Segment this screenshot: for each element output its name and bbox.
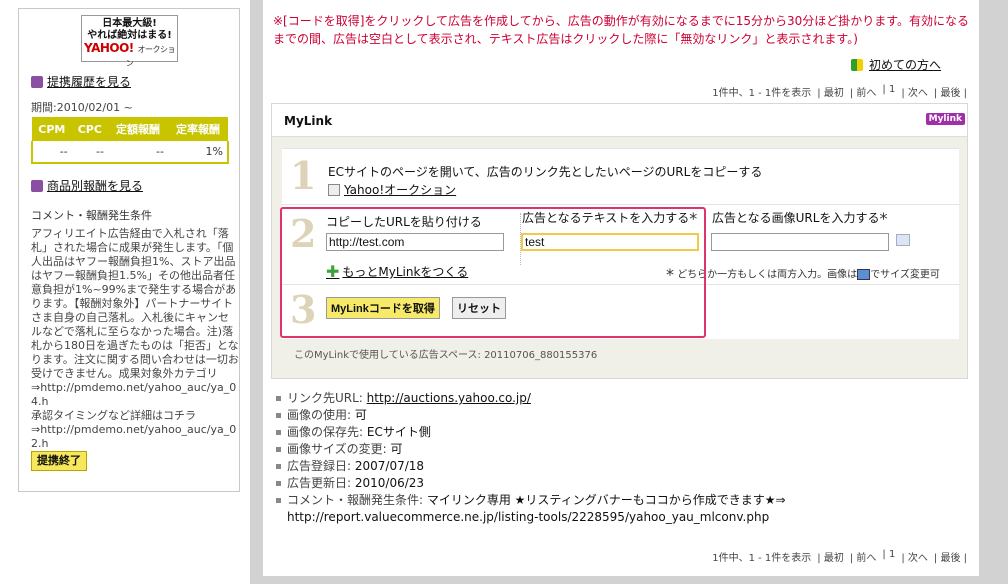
- pager-last[interactable]: | 最後 |: [934, 549, 967, 564]
- pager-first[interactable]: | 最初: [817, 84, 844, 99]
- info-image-use: 画像の使用: 可: [275, 407, 975, 424]
- rate-value-cpc: --: [71, 141, 108, 164]
- step-2-number: 2: [290, 211, 317, 256]
- rate-header-cpm: CPM: [32, 117, 72, 141]
- yahoo-auction-link[interactable]: Yahoo!オークション: [328, 181, 456, 198]
- rate-header-cpc: CPC: [71, 117, 108, 141]
- yahoo-logo: YAHOO! オークション: [84, 41, 175, 68]
- step-1: 1 ECサイトのページを開いて、広告のリンク先としたいページのURLをコピーする…: [282, 148, 959, 204]
- rate-header-fixed: 定額報酬: [107, 117, 168, 141]
- pager-prev[interactable]: | 前へ: [850, 549, 877, 564]
- step-2: 2 コピーしたURLを貼り付ける 広告となるテキストを入力する* 広告となる画像…: [282, 204, 959, 299]
- mylink-badge: Mylink: [925, 113, 965, 125]
- pager-summary: 1件中、1 - 1件を表示: [712, 88, 812, 99]
- period-text: 期間:2010/02/01 ~: [31, 101, 133, 114]
- main-panel: ※[コードを取得]をクリックして広告を作成してから、広告の動作が有効になるまでに…: [263, 0, 979, 576]
- rate-value-percent: 1%: [167, 141, 230, 164]
- conditions-text: アフィリエイト広告経由で入札され「落札」された場合に成果が発生します。「個人出品…: [31, 227, 239, 447]
- plus-icon: ✚: [326, 261, 340, 281]
- rate-value-fixed: --: [107, 141, 168, 164]
- pager-top: 1件中、1 - 1件を表示 | 最初 | 前へ | 1 | 次へ | 最後 |: [712, 84, 967, 99]
- step-1-text: ECサイトのページを開いて、広告のリンク先としたいページのURLをコピーする: [328, 165, 763, 179]
- url-field-label: コピーしたURLを貼り付ける: [326, 215, 482, 229]
- reset-button[interactable]: リセット: [452, 297, 506, 319]
- info-image-resize: 画像サイズの変更: 可: [275, 441, 975, 458]
- mylink-panel: MyLink Mylink 1 ECサイトのページを開いて、広告のリンク先とした…: [271, 103, 968, 379]
- pager-page[interactable]: | 1: [882, 549, 895, 564]
- pager-bottom: 1件中、1 - 1件を表示 | 最初 | 前へ | 1 | 次へ | 最後 |: [712, 549, 967, 564]
- pager-summary: 1件中、1 - 1件を表示: [712, 553, 812, 564]
- info-updated-date: 広告更新日: 2010/06/23: [275, 475, 975, 492]
- product-reward-link[interactable]: 商品別報酬を見る: [31, 177, 143, 194]
- info-link-url: リンク先URL: http://auctions.yahoo.co.jp/: [275, 390, 975, 407]
- puzzle-icon: [31, 75, 43, 88]
- mylink-title: MyLink: [284, 114, 333, 128]
- info-comment-conditions: コメント・報酬発生条件: マイリンク専用 ★リスティングバナーもココから作成でき…: [275, 492, 975, 526]
- ad-space-note: このMyLinkで使用している広告スペース: 20110706_88015537…: [294, 350, 598, 361]
- mylink-header: MyLink Mylink: [272, 104, 967, 137]
- end-partnership-button[interactable]: 提携終了: [31, 451, 87, 471]
- step-3: 3 MyLinkコードを取得 リセット: [282, 284, 959, 339]
- rate-header-percent: 定率報酬: [167, 117, 228, 141]
- page-icon: [328, 183, 340, 196]
- text-field-label: 広告となるテキストを入力する*: [522, 209, 698, 228]
- yahoo-auction-banner[interactable]: 日本最大級! やれば絶対はまる! YAHOO! オークション: [81, 15, 178, 68]
- more-mylink-link[interactable]: ✚ もっとMyLinkをつくる: [326, 263, 468, 280]
- conditions-title: コメント・報酬発生条件: [31, 209, 152, 222]
- rate-table: CPM CPC 定額報酬 定率報酬 -- -- -- 1%: [31, 117, 230, 164]
- step-3-number: 3: [290, 287, 317, 332]
- image-field-label: 広告となる画像URLを入力する*: [712, 209, 888, 228]
- beginner-leaf-icon: [851, 58, 863, 71]
- pager-next[interactable]: | 次へ: [901, 549, 928, 564]
- link-url-value[interactable]: http://auctions.yahoo.co.jp/: [367, 391, 531, 405]
- image-url-input[interactable]: [711, 233, 889, 251]
- info-image-storage: 画像の保存先: ECサイト側: [275, 424, 975, 441]
- rate-value-cpm: --: [31, 141, 72, 164]
- pager-next[interactable]: | 次へ: [901, 84, 928, 99]
- pager-page[interactable]: | 1: [882, 84, 895, 99]
- beginner-link[interactable]: 初めての方へ: [851, 56, 941, 73]
- get-mylink-code-button[interactable]: MyLinkコードを取得: [326, 297, 440, 319]
- resize-image-icon[interactable]: [857, 269, 871, 280]
- puzzle-icon: [31, 179, 43, 192]
- image-preview-icon: [896, 234, 910, 246]
- pager-first[interactable]: | 最初: [817, 549, 844, 564]
- url-input[interactable]: [326, 233, 504, 251]
- history-link[interactable]: 提携履歴を見る: [31, 73, 131, 90]
- pager-prev[interactable]: | 前へ: [850, 84, 877, 99]
- step-1-number: 1: [290, 153, 317, 198]
- notice-text: ※[コードを取得]をクリックして広告を作成してから、広告の動作が有効になるまでに…: [273, 14, 970, 46]
- info-registered-date: 広告登録日: 2007/07/18: [275, 458, 975, 475]
- pager-last[interactable]: | 最後 |: [934, 84, 967, 99]
- banner-line1: 日本最大級!: [102, 18, 157, 29]
- ad-info-list: リンク先URL: http://auctions.yahoo.co.jp/ 画像…: [275, 390, 975, 526]
- ad-text-input[interactable]: [521, 233, 699, 251]
- sidebar: 日本最大級! やれば絶対はまる! YAHOO! オークション 提携履歴を見る 期…: [18, 8, 240, 492]
